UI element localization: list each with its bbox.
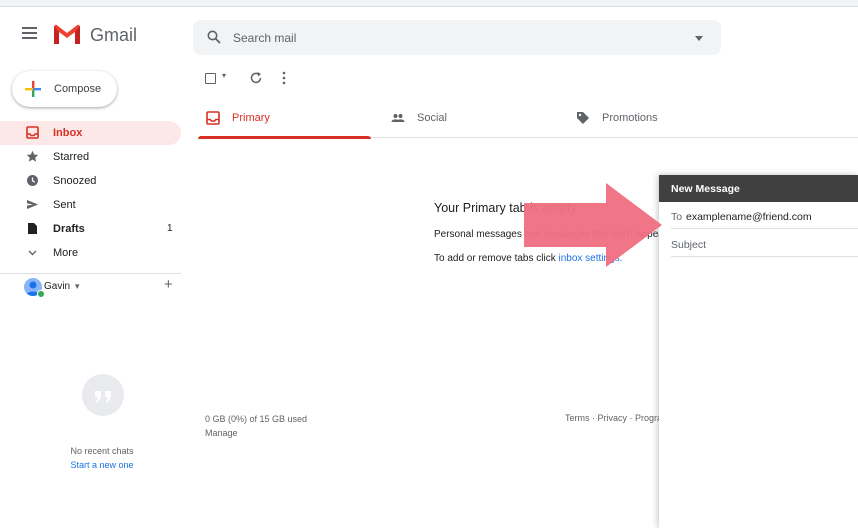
subject-input[interactable]: Subject [671, 239, 706, 251]
tab-social[interactable]: Social [383, 100, 556, 138]
active-tab-indicator [198, 136, 371, 139]
caret-down-icon[interactable]: ▾ [75, 281, 80, 292]
send-icon [27, 200, 38, 209]
annotation-arrow-icon [524, 183, 662, 267]
sidebar-item-drafts[interactable]: Drafts 1 [0, 217, 181, 241]
inbox-icon [206, 111, 220, 125]
manage-storage-link[interactable]: Manage [205, 428, 238, 438]
hamburger-icon[interactable] [22, 27, 37, 39]
sidebar-item-sent[interactable]: Sent [0, 193, 181, 217]
sidebar-item-more[interactable]: More [0, 241, 181, 265]
sidebar-item-label: Sent [53, 199, 76, 211]
tab-label: Promotions [602, 112, 658, 124]
sidebar-item-inbox[interactable]: Inbox [0, 121, 181, 145]
compose-button[interactable]: Compose [12, 71, 117, 107]
top-bar: Gmail Search mail [0, 0, 858, 60]
sidebar-item-snoozed[interactable]: Snoozed [0, 169, 181, 193]
search-options-icon[interactable] [695, 36, 703, 41]
no-recent-chats-text: No recent chats [70, 446, 134, 456]
search-icon[interactable] [207, 30, 221, 44]
select-dropdown-icon[interactable]: ▾ [222, 71, 226, 80]
storage-usage: 0 GB (0%) of 15 GB used [205, 414, 308, 424]
subject-field[interactable]: Subject [671, 229, 858, 257]
new-message-title: New Message [671, 183, 740, 195]
to-recipient[interactable]: examplename@friend.com [686, 211, 812, 223]
tab-label: Primary [232, 112, 270, 124]
start-new-chat-link[interactable]: Start a new one [0, 460, 204, 470]
hangouts-user[interactable]: Gavin ▾ + [0, 273, 181, 299]
drafts-count: 1 [167, 223, 173, 234]
sidebar-item-starred[interactable]: Starred [0, 145, 181, 169]
sidebar-item-label: Drafts [53, 223, 85, 235]
people-icon [391, 114, 405, 122]
inbox-icon [26, 126, 39, 139]
chat-bubble-icon [82, 374, 124, 416]
sidebar-item-label: Starred [53, 151, 90, 163]
category-tabs: Primary Social Promotions [198, 100, 858, 139]
clock-icon [27, 175, 38, 186]
search-bar[interactable]: Search mail [193, 20, 721, 55]
compose-label: Compose [54, 83, 102, 95]
star-icon [26, 150, 39, 162]
more-options-icon[interactable] [281, 71, 287, 85]
gmail-logo[interactable] [52, 23, 82, 45]
tag-icon [577, 112, 589, 124]
tab-label: Social [417, 112, 447, 124]
plus-icon [25, 81, 41, 97]
to-label: To [671, 211, 683, 223]
user-name[interactable]: Gavin [44, 281, 70, 292]
sidebar-item-label: Inbox [53, 127, 83, 139]
sidebar-nav: Inbox Starred Snoozed Sent Drafts 1 More [0, 121, 181, 265]
brand-name[interactable]: Gmail [90, 25, 137, 46]
add-contact-icon[interactable]: + [164, 276, 173, 293]
new-message-window: New Message To examplename@friend.com Su… [659, 175, 858, 528]
draft-icon [28, 223, 37, 234]
sidebar-item-label: More [53, 247, 79, 259]
refresh-icon[interactable] [249, 71, 263, 85]
sidebar-item-label: Snoozed [53, 175, 97, 187]
tab-promotions[interactable]: Promotions [568, 100, 768, 138]
chevron-down-icon [28, 250, 37, 256]
to-field[interactable]: To examplename@friend.com [671, 202, 858, 229]
tab-primary[interactable]: Primary [198, 100, 371, 139]
select-all-checkbox[interactable] [205, 73, 216, 84]
new-message-header[interactable]: New Message [659, 175, 858, 202]
search-input[interactable]: Search mail [233, 31, 296, 45]
browser-edge [0, 0, 858, 7]
